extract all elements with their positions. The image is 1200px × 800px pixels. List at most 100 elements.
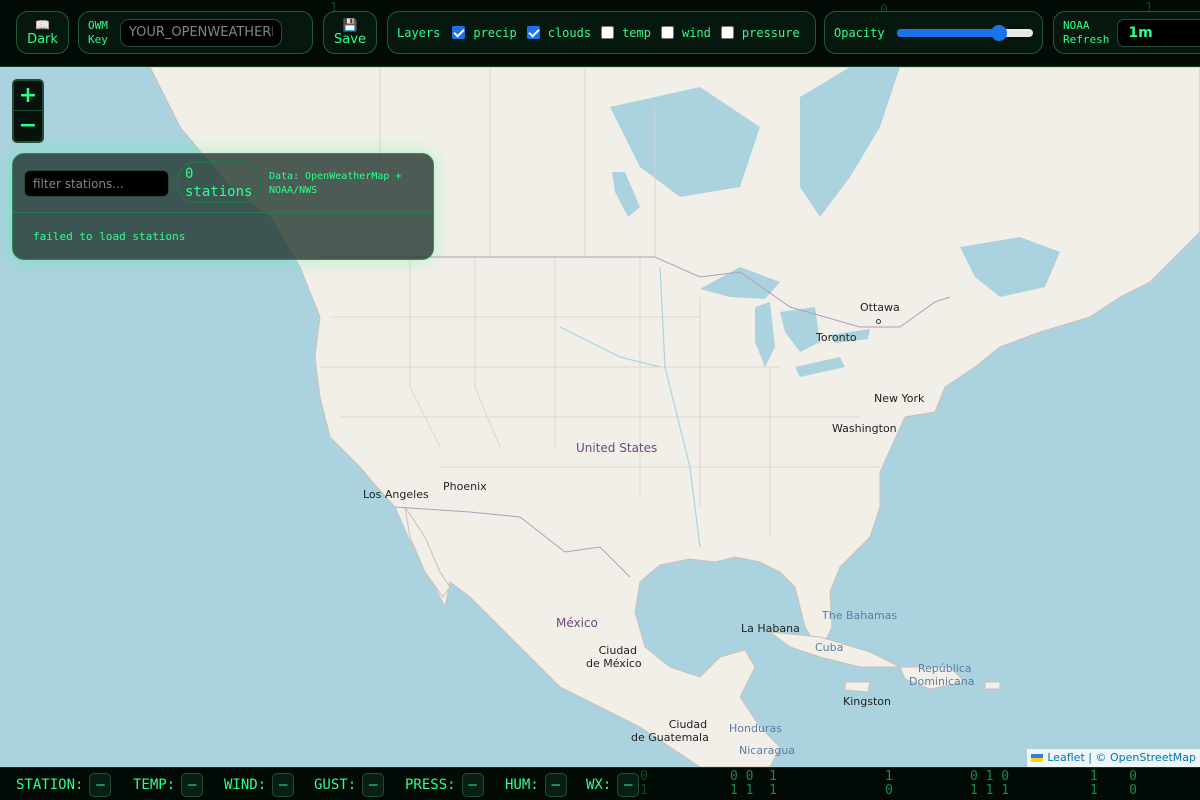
noaa-refresh-select[interactable]: 1m [1117,18,1200,47]
ottawa-text: Ottawa [860,301,900,314]
humidity-field-value: — [544,773,567,797]
station-field: STATION: — [16,773,112,797]
noaa-refresh-label: NOAA Refresh [1063,19,1109,47]
station-panel: 0 stations Data: OpenWeatherMap + NOAA/N… [12,153,434,260]
wind-field: WIND: — [224,773,295,797]
pressure-label: pressure [741,25,800,40]
ciudad-de-mexico-text-2: de México [586,657,642,670]
wind-field-label: WIND: [224,777,267,793]
weather-field-value: — [617,773,640,797]
temp-field: TEMP: — [133,773,204,797]
station-count-value: 0 [185,166,194,182]
theme-toggle-button[interactable]: 📖 Dark [16,11,69,54]
layer-toggle-pressure[interactable]: pressure [720,25,800,40]
station-filter-input[interactable] [24,170,169,197]
attribution-separator: | © [1084,751,1110,764]
panel-divider [13,212,433,213]
pressure-field-label: PRESS: [405,777,456,793]
map-label-los-angeles: Los Angeles [363,488,429,501]
owm-key-label-line2: Key [88,32,108,46]
zoom-out-button[interactable]: − [14,111,42,141]
map-label-kingston: Kingston [843,695,891,708]
precip-checkbox[interactable] [452,26,466,39]
wind-field-value: — [272,773,295,797]
noaa-refresh-label-line1: NOAA [1063,18,1090,32]
pressure-field-value: — [461,773,484,797]
layer-toggle-wind[interactable]: wind [660,25,711,40]
leaflet-link[interactable]: Leaflet [1047,751,1084,764]
opacity-slider-thumb[interactable] [990,24,1007,41]
data-source-text: Data: OpenWeatherMap + NOAA/NWS [269,171,402,196]
matrix-rain-decoration: 1 0 1 0 [1090,769,1137,798]
floppy-icon: 💾 [342,18,358,32]
city-dot-icon [876,319,881,324]
zoom-in-button[interactable]: + [14,81,42,111]
wind-label: wind [681,25,711,40]
republica-text-2: Dominicana [909,675,975,688]
owm-key-group: OWM Key [78,11,313,54]
map-label-toronto: Toronto [816,331,857,344]
map-label-united-states: United States [576,441,658,455]
station-status-text: failed to load stations [33,230,186,243]
station-count-badge: 0 stations [177,162,261,203]
guatemala-text-2: de Guatemala [631,731,709,744]
opacity-slider-fill [896,28,999,37]
weather-field-label: WX: [586,777,612,793]
layer-toggle-precip[interactable]: precip [452,25,517,40]
map-label-nicaragua: Nicaragua [739,744,796,757]
book-icon: 📖 [35,18,50,32]
guatemala-text-1: Ciudad [668,718,708,731]
owm-key-input[interactable] [119,18,282,47]
station-field-value: — [89,773,112,797]
map-label-cuba: Cuba [815,641,844,654]
layers-label: Layers [397,25,441,40]
map-attribution: Leaflet | © OpenStreetMap [1027,749,1200,767]
matrix-rain-decoration: 1 0 [885,769,893,798]
station-count-unit: stations [185,184,253,200]
precip-label: precip [473,25,517,40]
save-button[interactable]: 💾 Save [323,11,377,54]
map-label-phoenix: Phoenix [443,480,487,493]
clouds-checkbox[interactable] [526,26,540,39]
map-label-the-bahamas: The Bahamas [822,609,898,622]
noaa-refresh-group: NOAA Refresh 1m [1053,11,1200,54]
gust-field-label: GUST: [314,777,357,793]
humidity-field-label: HUM: [505,777,539,793]
ciudad-de-mexico-text-1: Ciudad [598,644,638,657]
temp-field-value: — [181,773,204,797]
pressure-checkbox[interactable] [720,26,734,39]
noaa-refresh-label-line2: Refresh [1063,32,1110,46]
map-label-washington: Washington [832,422,897,435]
map-label-mexico: México [556,616,598,630]
noaa-refresh-value: 1m [1128,24,1153,41]
temp-checkbox[interactable] [601,26,615,39]
pressure-field: PRESS: — [405,773,484,797]
temp-field-label: TEMP: [133,777,176,793]
layer-toggle-temp[interactable]: temp [601,26,651,40]
layers-group: Layers precip clouds temp wind pressure [387,11,816,54]
opacity-label: Opacity [834,25,885,40]
map-label-new-york: New York [874,392,925,405]
opacity-slider[interactable] [896,24,1033,41]
temp-label: temp [622,25,651,40]
republica-text-1: República [917,662,972,675]
map-label-la-habana: La Habana [741,622,800,635]
matrix-rain-decoration: 0 1 0 1 1 1 [970,769,1010,798]
weather-field: WX: — [586,773,640,797]
map-label-honduras: Honduras [729,722,782,735]
owm-key-label: OWM Key [88,19,108,47]
zoom-control: + − [12,79,44,143]
wind-checkbox[interactable] [660,26,674,39]
map-label-ciudad-de-mexico: Ciudad de México [586,644,642,670]
top-toolbar: 1 0 0 1 1 1 📖 Dark OWM Key 💾 Save Layers… [0,0,1200,67]
layer-toggle-clouds[interactable]: clouds [526,26,591,40]
weather-map[interactable]: Ottawa Toronto New York Washington Unite… [0,67,1200,767]
gust-field: GUST: — [314,773,385,797]
humidity-field: HUM: — [505,773,567,797]
map-label-ciudad-de-guatemala: Ciudad de Guatemala [631,718,709,744]
matrix-rain-decoration: 0 1 [640,769,648,798]
osm-link[interactable]: OpenStreetMap [1110,751,1196,764]
bottom-status-bar: 0 1 0 0 1 1 1 1 1 0 0 1 0 1 1 1 1 0 1 0 … [0,767,1200,800]
map-label-ottawa: Ottawa [860,301,900,327]
matrix-rain-decoration: 0 0 1 1 1 1 [730,769,777,798]
